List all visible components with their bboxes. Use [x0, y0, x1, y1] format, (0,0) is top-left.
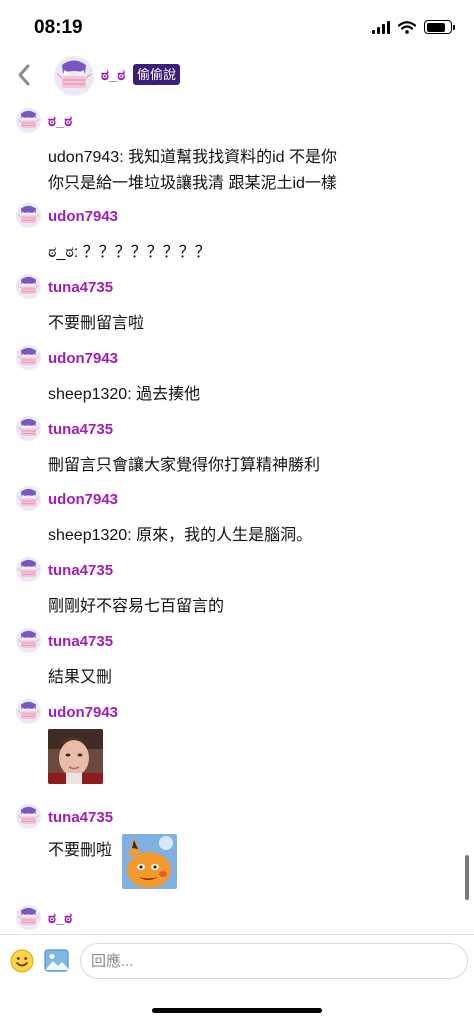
avatar-mask-icon[interactable] [54, 56, 94, 96]
message-line: sheep1320: 過去揍他 [48, 386, 201, 403]
avatar-mask-icon[interactable] [16, 274, 41, 299]
message-username[interactable]: udon7943 [48, 350, 118, 367]
battery-icon [424, 20, 455, 34]
message-line: 不要刪啦 [48, 842, 113, 859]
message-line: udon7943: 我知道幫我找資料的id 不是你 [48, 149, 337, 166]
avatar-mask-icon[interactable] [16, 557, 41, 582]
message-text: 刪留言只會讓大家覺得你打算精神勝利 [48, 453, 458, 479]
anonymous-badge: 偷偷說 [133, 64, 181, 85]
message-username[interactable]: tuna4735 [48, 809, 113, 826]
reply-input[interactable] [80, 943, 468, 979]
message-line: 刪留言只會讓大家覺得你打算精神勝利 [48, 457, 321, 474]
message-feed[interactable]: ಠ_ಠ udon7943: 我知道幫我找資料的id 不是你 你只是給一堆垃圾讓我… [0, 100, 474, 934]
message-text: sheep1320: 原來，我的人生是腦洞。 [48, 523, 458, 549]
avatar-mask-icon[interactable] [16, 108, 41, 133]
status-icons [372, 20, 455, 34]
avatar-mask-icon[interactable] [16, 203, 41, 228]
message-username[interactable]: tuna4735 [48, 562, 113, 579]
status-bar: 08:19 [0, 0, 474, 56]
message-username[interactable]: tuna4735 [48, 421, 113, 438]
message-line: sheep1320: 原來，我的人生是腦洞。 [48, 527, 313, 544]
chat-title: ಠ_ಠ [101, 67, 126, 84]
chat-header: ಠ_ಠ 偷偷說 [0, 56, 474, 100]
message-username[interactable]: udon7943 [48, 704, 118, 721]
emoji-icon[interactable] [10, 949, 34, 973]
avatar-mask-icon[interactable] [16, 905, 41, 930]
message-text: udon7943: 我知道幫我找資料的id 不是你 你只是給一堆垃圾讓我清 跟某… [48, 145, 458, 197]
avatar-mask-icon[interactable] [16, 804, 41, 829]
message-line: ಠ_ಠ: ？？？？？？？？ [48, 244, 211, 261]
message-username[interactable]: tuna4735 [48, 633, 113, 650]
status-time: 08:19 [34, 17, 83, 38]
back-chevron-icon[interactable] [14, 60, 34, 90]
avatar-mask-icon[interactable] [16, 416, 41, 441]
avatar-mask-icon[interactable] [16, 699, 41, 724]
signal-icon [372, 20, 390, 34]
message-username[interactable]: udon7943 [48, 491, 118, 508]
message-line: 你只是給一堆垃圾讓我清 跟某泥土id一樣 [48, 175, 337, 192]
message-text: sheep1320: 過去揍他 [48, 382, 458, 408]
avatar-mask-icon[interactable] [16, 486, 41, 511]
message-line: 結果又刪 [48, 669, 113, 686]
message-text: ಠ_ಠ: ？？？？？？？？ [48, 240, 458, 266]
message-text: 剛剛好不容易七百留言的 [48, 594, 458, 620]
message-text: 不要刪留言啦 [48, 311, 458, 337]
pokemon-sticker-image[interactable] [122, 834, 177, 889]
message-line: 不要刪留言啦 [48, 315, 145, 332]
message-text: 不要刪啦 [48, 838, 458, 864]
message-username[interactable]: udon7943 [48, 208, 118, 225]
wifi-icon [398, 20, 416, 34]
home-indicator [152, 1008, 322, 1013]
scrollbar[interactable] [465, 855, 469, 900]
image-icon[interactable] [44, 948, 69, 973]
avatar-mask-icon[interactable] [16, 628, 41, 653]
avatar-mask-icon[interactable] [16, 345, 41, 370]
message-username[interactable]: ಠ_ಠ [48, 910, 72, 927]
face-sticker-image[interactable] [48, 729, 103, 784]
message-username[interactable]: tuna4735 [48, 279, 113, 296]
message-username[interactable]: ಠ_ಠ [48, 113, 72, 130]
message-text: 結果又刪 [48, 665, 458, 691]
message-line: 剛剛好不容易七百留言的 [48, 598, 225, 615]
